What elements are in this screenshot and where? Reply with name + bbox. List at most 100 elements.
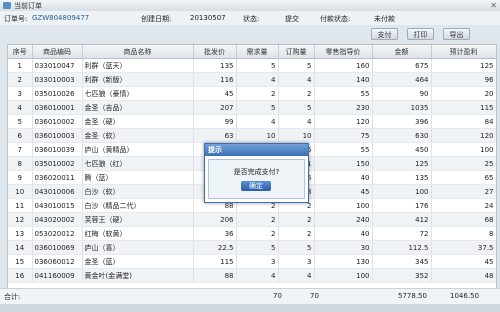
table-cell: 125 <box>431 58 496 73</box>
table-cell: 5 <box>236 100 279 115</box>
table-cell: 25 <box>431 156 496 171</box>
table-cell: 12 <box>8 212 33 227</box>
table-cell: 5 <box>278 240 315 255</box>
totals-label: 合计: <box>4 293 21 301</box>
table-cell: 芙蓉王（硬） <box>82 212 194 227</box>
table-cell: 8 <box>431 226 496 241</box>
table-cell: 412 <box>372 212 432 227</box>
table-cell: 8 <box>8 156 33 171</box>
table-cell: 16 <box>8 268 33 283</box>
table-row[interactable]: 5 036010002 金圣（硬） 99 4 4 120 396 84 <box>8 114 496 129</box>
table-cell: 115 <box>431 100 496 115</box>
table-row[interactable]: 4 036010001 金圣（吉品） 207 5 5 230 1035 115 <box>8 100 496 115</box>
order-number-value: GZW804809477 <box>32 14 90 22</box>
table-cell: 4 <box>278 72 315 87</box>
table-cell: 675 <box>372 58 432 73</box>
column-header[interactable]: 批发价 <box>193 45 237 59</box>
table-cell: 4 <box>8 100 33 115</box>
column-header[interactable]: 零售指导价 <box>314 45 373 59</box>
table-cell: 2 <box>236 226 279 241</box>
table-cell: 207 <box>193 100 237 115</box>
table-cell: 206 <box>193 212 237 227</box>
print-button[interactable]: 打印 <box>407 28 434 40</box>
table-cell: 043020002 <box>32 212 83 227</box>
table-cell: 043010006 <box>32 184 83 199</box>
table-cell: 053020012 <box>32 226 83 241</box>
export-button[interactable]: 导出 <box>443 28 470 40</box>
table-cell: 11 <box>8 198 33 213</box>
table-cell: 20 <box>431 86 496 101</box>
status-value: 提交 <box>285 15 299 23</box>
totals-bar: 合计: 70 70 5778.50 1046.50 <box>0 288 500 305</box>
table-cell: 036060012 <box>32 254 83 269</box>
table-row[interactable]: 13 053020012 红梅（软黄） 36 2 2 40 72 8 <box>8 226 496 241</box>
column-header[interactable]: 订购量 <box>278 45 315 59</box>
table-cell: 3 <box>278 254 315 269</box>
table-row[interactable]: 12 043020002 芙蓉王（硬） 206 2 2 240 412 68 <box>8 212 496 227</box>
table-cell: 金圣（蓝） <box>82 254 194 269</box>
table-cell: 96 <box>431 72 496 87</box>
column-header[interactable]: 需求量 <box>236 45 279 59</box>
table-cell: 160 <box>314 58 373 73</box>
table-cell: 68 <box>431 212 496 227</box>
table-cell: 5 <box>236 58 279 73</box>
order-number-label: 订单号: <box>4 15 28 23</box>
column-header[interactable]: 金额 <box>372 45 432 59</box>
table-cell: 45 <box>431 254 496 269</box>
status-label: 状态: <box>243 15 260 23</box>
bottom-bar <box>0 304 500 312</box>
table-cell: 55 <box>314 86 373 101</box>
table-cell: 22.5 <box>193 240 237 255</box>
table-cell: 利群（蓝天） <box>82 58 194 73</box>
table-row[interactable]: 2 033010003 利群（新版） 116 4 4 140 464 96 <box>8 72 496 87</box>
column-header[interactable]: 序号 <box>8 45 33 59</box>
table-cell: 白沙（软） <box>82 184 194 199</box>
table-row[interactable]: 15 036060012 金圣（蓝） 115 3 3 130 345 45 <box>8 254 496 269</box>
table-cell: 14 <box>8 240 33 255</box>
table-cell: 352 <box>372 268 432 283</box>
column-header[interactable]: 商品名称 <box>82 45 194 59</box>
table-cell: 125 <box>372 156 432 171</box>
table-cell: 450 <box>372 142 432 157</box>
table-cell: 115 <box>193 254 237 269</box>
table-cell: 345 <box>372 254 432 269</box>
column-header[interactable]: 商品编码 <box>32 45 83 59</box>
dialog-ok-button[interactable]: 确定 <box>241 181 271 191</box>
table-cell: 庐山（喜） <box>82 240 194 255</box>
table-cell: 043010015 <box>32 198 83 213</box>
order-total: 70 <box>310 292 319 300</box>
table-cell: 65 <box>431 170 496 185</box>
table-cell: 464 <box>372 72 432 87</box>
table-cell: 红梅（软黄） <box>82 226 194 241</box>
close-icon[interactable]: ✕ <box>490 1 497 10</box>
table-cell: 4 <box>278 268 315 283</box>
table-cell: 2 <box>278 86 315 101</box>
table-cell: 45 <box>314 184 373 199</box>
table-row[interactable]: 16 041160009 黄金叶(金满堂) 88 4 4 100 352 48 <box>8 268 496 283</box>
table-cell: 176 <box>372 198 432 213</box>
table-cell: 10 <box>236 128 279 143</box>
table-cell: 白沙（精品二代） <box>82 198 194 213</box>
table-cell: 4 <box>278 114 315 129</box>
table-cell: 033010003 <box>32 72 83 87</box>
table-cell: 5 <box>236 240 279 255</box>
table-cell: 90 <box>372 86 432 101</box>
pay-button[interactable]: 支付 <box>371 28 398 40</box>
table-cell: 55 <box>314 142 373 157</box>
table-cell: 130 <box>314 254 373 269</box>
table-cell: 37.5 <box>431 240 496 255</box>
table-cell: 5 <box>8 114 33 129</box>
table-cell: 9 <box>8 170 33 185</box>
table-row[interactable]: 6 036010003 金圣（软） 63 10 10 75 630 120 <box>8 128 496 143</box>
table-cell: 100 <box>431 142 496 157</box>
table-cell: 100 <box>372 184 432 199</box>
table-cell: 3 <box>8 86 33 101</box>
table-cell: 041160009 <box>32 268 83 283</box>
table-row[interactable]: 1 033010047 利群（蓝天） 135 5 5 160 675 125 <box>8 58 496 73</box>
table-cell: 庐山（黄精品） <box>82 142 194 157</box>
table-row[interactable]: 3 035010026 七匹狼（豪情） 45 2 2 55 90 20 <box>8 86 496 101</box>
payment-status-label: 付款状态: <box>320 15 351 23</box>
table-row[interactable]: 14 036010069 庐山（喜） 22.5 5 5 30 112.5 37.5 <box>8 240 496 255</box>
column-header[interactable]: 预计盈利 <box>431 45 496 59</box>
table-cell: 48 <box>431 268 496 283</box>
